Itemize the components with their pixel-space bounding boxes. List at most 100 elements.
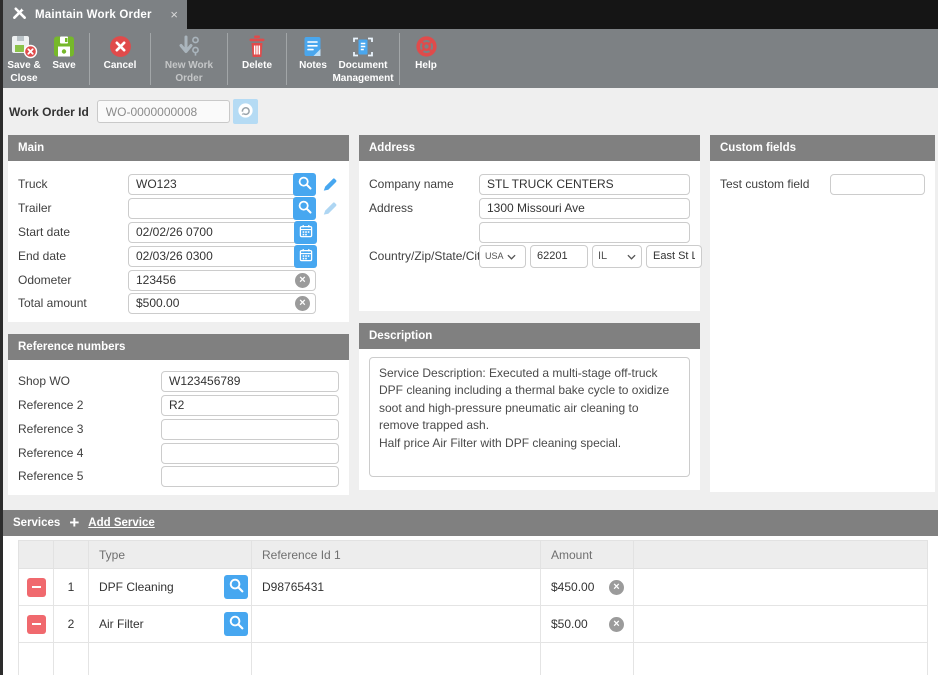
clear-icon[interactable]: × bbox=[609, 617, 624, 632]
state-value: IL bbox=[598, 250, 607, 262]
service-amount-value[interactable]: $450.00 bbox=[551, 580, 594, 594]
help-button[interactable]: Help bbox=[406, 32, 446, 73]
reference4-row: Reference 4 bbox=[18, 441, 339, 465]
services-bar: Services + Add Service bbox=[3, 510, 938, 536]
notes-button[interactable]: Notes bbox=[293, 32, 333, 73]
reference2-input[interactable] bbox=[161, 395, 339, 416]
plus-icon: + bbox=[69, 514, 79, 531]
trailer-edit-icon bbox=[321, 200, 339, 216]
tab-maintain-work-order[interactable]: Maintain Work Order × bbox=[3, 0, 187, 29]
truck-input[interactable] bbox=[128, 174, 316, 195]
reference-column-header[interactable]: Reference Id 1 bbox=[252, 541, 541, 569]
reference4-label: Reference 4 bbox=[18, 446, 161, 460]
delete-column-header bbox=[19, 541, 54, 569]
address-line1-input[interactable] bbox=[479, 198, 690, 219]
clear-icon[interactable]: × bbox=[295, 296, 310, 311]
calendar-icon bbox=[298, 223, 314, 242]
save-close-button[interactable]: Save & Close bbox=[3, 32, 45, 85]
column-middle: Address Company name Address bbox=[359, 135, 700, 490]
reference5-row: Reference 5 bbox=[18, 465, 339, 487]
services-header-row: Type Reference Id 1 Amount bbox=[19, 541, 928, 569]
total-amount-input[interactable] bbox=[128, 293, 316, 314]
cancel-icon bbox=[108, 33, 133, 60]
end-date-calendar-button[interactable] bbox=[294, 245, 317, 268]
country-zip-state-city-row: Country/Zip/State/City USA IL bbox=[369, 244, 690, 268]
start-date-calendar-button[interactable] bbox=[294, 221, 317, 244]
row-number: 2 bbox=[54, 606, 89, 643]
zip-input[interactable] bbox=[530, 245, 588, 268]
main-panel: Main Truck bbox=[8, 135, 349, 322]
work-order-id-field[interactable] bbox=[97, 100, 230, 123]
description-panel: Description Service Description: Execute… bbox=[359, 323, 700, 490]
reference5-input[interactable] bbox=[161, 466, 339, 487]
description-panel-header: Description bbox=[359, 323, 700, 349]
type-column-header[interactable]: Type bbox=[89, 541, 252, 569]
service-type-search-button[interactable] bbox=[224, 612, 248, 636]
address-line2-input[interactable] bbox=[479, 222, 690, 243]
description-textarea[interactable]: Service Description: Executed a multi-st… bbox=[369, 357, 690, 477]
chevron-down-icon bbox=[627, 247, 636, 265]
reference-numbers-header: Reference numbers bbox=[8, 334, 349, 360]
start-date-input[interactable] bbox=[128, 222, 316, 243]
address-label: Address bbox=[369, 201, 479, 215]
clear-icon[interactable]: × bbox=[609, 580, 624, 595]
chevron-down-icon bbox=[507, 247, 516, 265]
tools-icon bbox=[12, 5, 27, 25]
notes-icon bbox=[301, 33, 325, 60]
city-input[interactable] bbox=[646, 245, 702, 268]
remove-service-button[interactable] bbox=[27, 578, 46, 597]
cancel-button[interactable]: Cancel bbox=[96, 32, 144, 73]
state-select[interactable]: IL bbox=[592, 245, 642, 268]
test-custom-field-input[interactable] bbox=[830, 174, 925, 195]
trailer-input[interactable] bbox=[128, 198, 316, 219]
company-name-label: Company name bbox=[369, 177, 479, 191]
empty-cell bbox=[634, 569, 928, 606]
reference2-label: Reference 2 bbox=[18, 398, 161, 412]
service-reference-value[interactable]: D98765431 bbox=[252, 569, 541, 606]
extra-column-header bbox=[634, 541, 928, 569]
total-amount-row: Total amount × bbox=[18, 292, 339, 314]
service-type-value[interactable]: DPF Cleaning bbox=[99, 580, 174, 594]
search-icon bbox=[297, 175, 313, 194]
tab-close-icon[interactable]: × bbox=[170, 8, 178, 21]
column-right: Custom fields Test custom field bbox=[710, 135, 935, 492]
reference2-row: Reference 2 bbox=[18, 393, 339, 417]
reference4-input[interactable] bbox=[161, 443, 339, 464]
titlebar: Maintain Work Order × bbox=[0, 0, 938, 29]
truck-search-button[interactable] bbox=[293, 173, 316, 196]
document-management-button[interactable]: Document Management bbox=[333, 32, 393, 85]
cancel-label: Cancel bbox=[104, 60, 137, 73]
service-type-value[interactable]: Air Filter bbox=[99, 617, 144, 631]
panels-grid: Main Truck bbox=[3, 133, 938, 495]
new-work-order-label: New Work Order bbox=[157, 60, 221, 85]
clear-icon[interactable]: × bbox=[295, 273, 310, 288]
total-amount-label: Total amount bbox=[18, 296, 128, 310]
service-row-empty bbox=[19, 643, 928, 675]
refresh-id-button[interactable] bbox=[233, 99, 258, 124]
toolbar-separator bbox=[227, 33, 228, 85]
save-button[interactable]: Save bbox=[45, 32, 83, 73]
save-icon bbox=[52, 33, 76, 60]
delete-button[interactable]: Delete bbox=[234, 32, 280, 73]
service-type-search-button[interactable] bbox=[224, 575, 248, 599]
reference3-input[interactable] bbox=[161, 419, 339, 440]
add-service-link[interactable]: Add Service bbox=[88, 517, 154, 529]
empty-cell bbox=[634, 606, 928, 643]
amount-column-header[interactable]: Amount bbox=[541, 541, 634, 569]
country-select[interactable]: USA bbox=[479, 245, 526, 268]
remove-service-button[interactable] bbox=[27, 615, 46, 634]
odometer-input[interactable] bbox=[128, 270, 316, 291]
end-date-input[interactable] bbox=[128, 246, 316, 267]
service-row-1: 1 DPF Cleaning D98765431 $450.00 × bbox=[19, 569, 928, 606]
truck-edit-icon[interactable] bbox=[321, 176, 339, 192]
document-management-icon bbox=[350, 33, 376, 60]
shop-wo-label: Shop WO bbox=[18, 374, 161, 388]
country-zip-state-city-label: Country/Zip/State/City bbox=[369, 249, 479, 263]
save-close-label: Save & Close bbox=[3, 60, 45, 85]
service-amount-value[interactable]: $50.00 bbox=[551, 617, 588, 631]
notes-label: Notes bbox=[299, 60, 327, 73]
service-reference-value[interactable] bbox=[252, 606, 541, 643]
shop-wo-input[interactable] bbox=[161, 371, 339, 392]
company-name-input[interactable] bbox=[479, 174, 690, 195]
trailer-search-button[interactable] bbox=[293, 197, 316, 220]
